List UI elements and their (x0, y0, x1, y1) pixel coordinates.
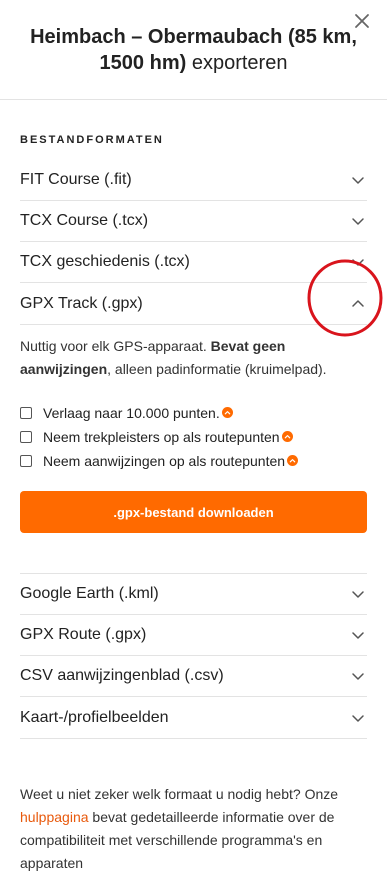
chevron-down-icon (352, 714, 364, 722)
option-label: Neem trekpleisters op als routepunten (43, 429, 280, 445)
export-options: Verlaag naar 10.000 punten. Neem trekple… (20, 401, 367, 473)
format-row-fit[interactable]: FIT Course (.fit) (20, 160, 367, 201)
option-attractions: Neem trekpleisters op als routepunten (20, 425, 367, 449)
section-label: BESTANDFORMATEN (20, 134, 164, 146)
desc-text-end: , alleen padinformatie (kruimelpad). (107, 361, 327, 377)
chevron-down-icon (352, 218, 364, 225)
info-icon[interactable] (281, 430, 293, 442)
modal-content: BESTANDFORMATEN FIT Course (.fit) TCX Co… (0, 134, 387, 875)
chevron-down-icon (352, 632, 364, 639)
format-label: CSV aanwijzingenblad (.csv) (20, 667, 224, 684)
format-label: TCX Course (.tcx) (20, 212, 149, 229)
option-reduce-points: Verlaag naar 10.000 punten. (20, 401, 367, 425)
format-label: GPX Route (.gpx) (20, 626, 147, 643)
format-row-tcx-course[interactable]: TCX Course (.tcx) (20, 201, 367, 242)
format-row-gpx-route[interactable]: GPX Route (.gpx) (20, 615, 367, 656)
option-cues: Neem aanwijzingen op als routepunten (20, 449, 367, 473)
format-row-images[interactable]: Kaart-/profielbeelden (20, 697, 367, 738)
format-label: TCX geschiedenis (.tcx) (20, 253, 190, 270)
chevron-up-icon (352, 299, 364, 307)
cues-checkbox[interactable] (20, 455, 32, 467)
help-text-start: Weet u niet zeker welk formaat u nodig h… (20, 786, 339, 802)
close-button[interactable] (353, 12, 371, 30)
info-icon[interactable] (221, 406, 233, 418)
modal-title: Heimbach – Obermaubach (85 km, 1500 hm) … (26, 24, 361, 76)
help-text: Weet u niet zeker welk formaat u nodig h… (20, 783, 367, 875)
format-label: Kaart-/profielbeelden (20, 708, 169, 726)
format-label: Google Earth (.kml) (20, 585, 159, 602)
chevron-down-icon (352, 177, 364, 184)
reduce-points-checkbox[interactable] (20, 407, 32, 419)
title-suffix: exporteren (191, 51, 288, 74)
format-list-more: Google Earth (.kml) GPX Route (.gpx) CSV… (20, 573, 367, 739)
gpx-track-description: Nuttig voor elk GPS-apparaat. Bevat geen… (20, 335, 367, 381)
chevron-down-icon (352, 591, 364, 598)
format-row-tcx-history[interactable]: TCX geschiedenis (.tcx) (20, 242, 367, 283)
attractions-checkbox[interactable] (20, 431, 32, 443)
format-label: FIT Course (.fit) (20, 171, 132, 188)
format-row-csv[interactable]: CSV aanwijzingenblad (.csv) (20, 656, 367, 697)
option-label: Verlaag naar 10.000 punten. (43, 405, 220, 421)
format-row-kml[interactable]: Google Earth (.kml) (20, 574, 367, 615)
desc-text: Nuttig voor elk GPS-apparaat. (20, 338, 207, 354)
gpx-track-panel: Nuttig voor elk GPS-apparaat. Bevat geen… (20, 325, 367, 553)
info-icon[interactable] (287, 454, 299, 466)
close-icon (355, 14, 369, 28)
chevron-down-icon (352, 673, 364, 680)
format-list: FIT Course (.fit) TCX Course (.tcx) TCX … (20, 160, 367, 325)
modal-header: Heimbach – Obermaubach (85 km, 1500 hm) … (0, 0, 387, 100)
chevron-down-icon (352, 259, 364, 266)
format-label: GPX Track (.gpx) (20, 294, 143, 312)
help-page-link[interactable]: hulppagina (20, 809, 89, 825)
format-row-gpx-track[interactable]: GPX Track (.gpx) (20, 283, 367, 324)
option-label: Neem aanwijzingen op als routepunten (43, 453, 286, 469)
download-gpx-button[interactable]: .gpx-bestand downloaden (20, 491, 367, 533)
